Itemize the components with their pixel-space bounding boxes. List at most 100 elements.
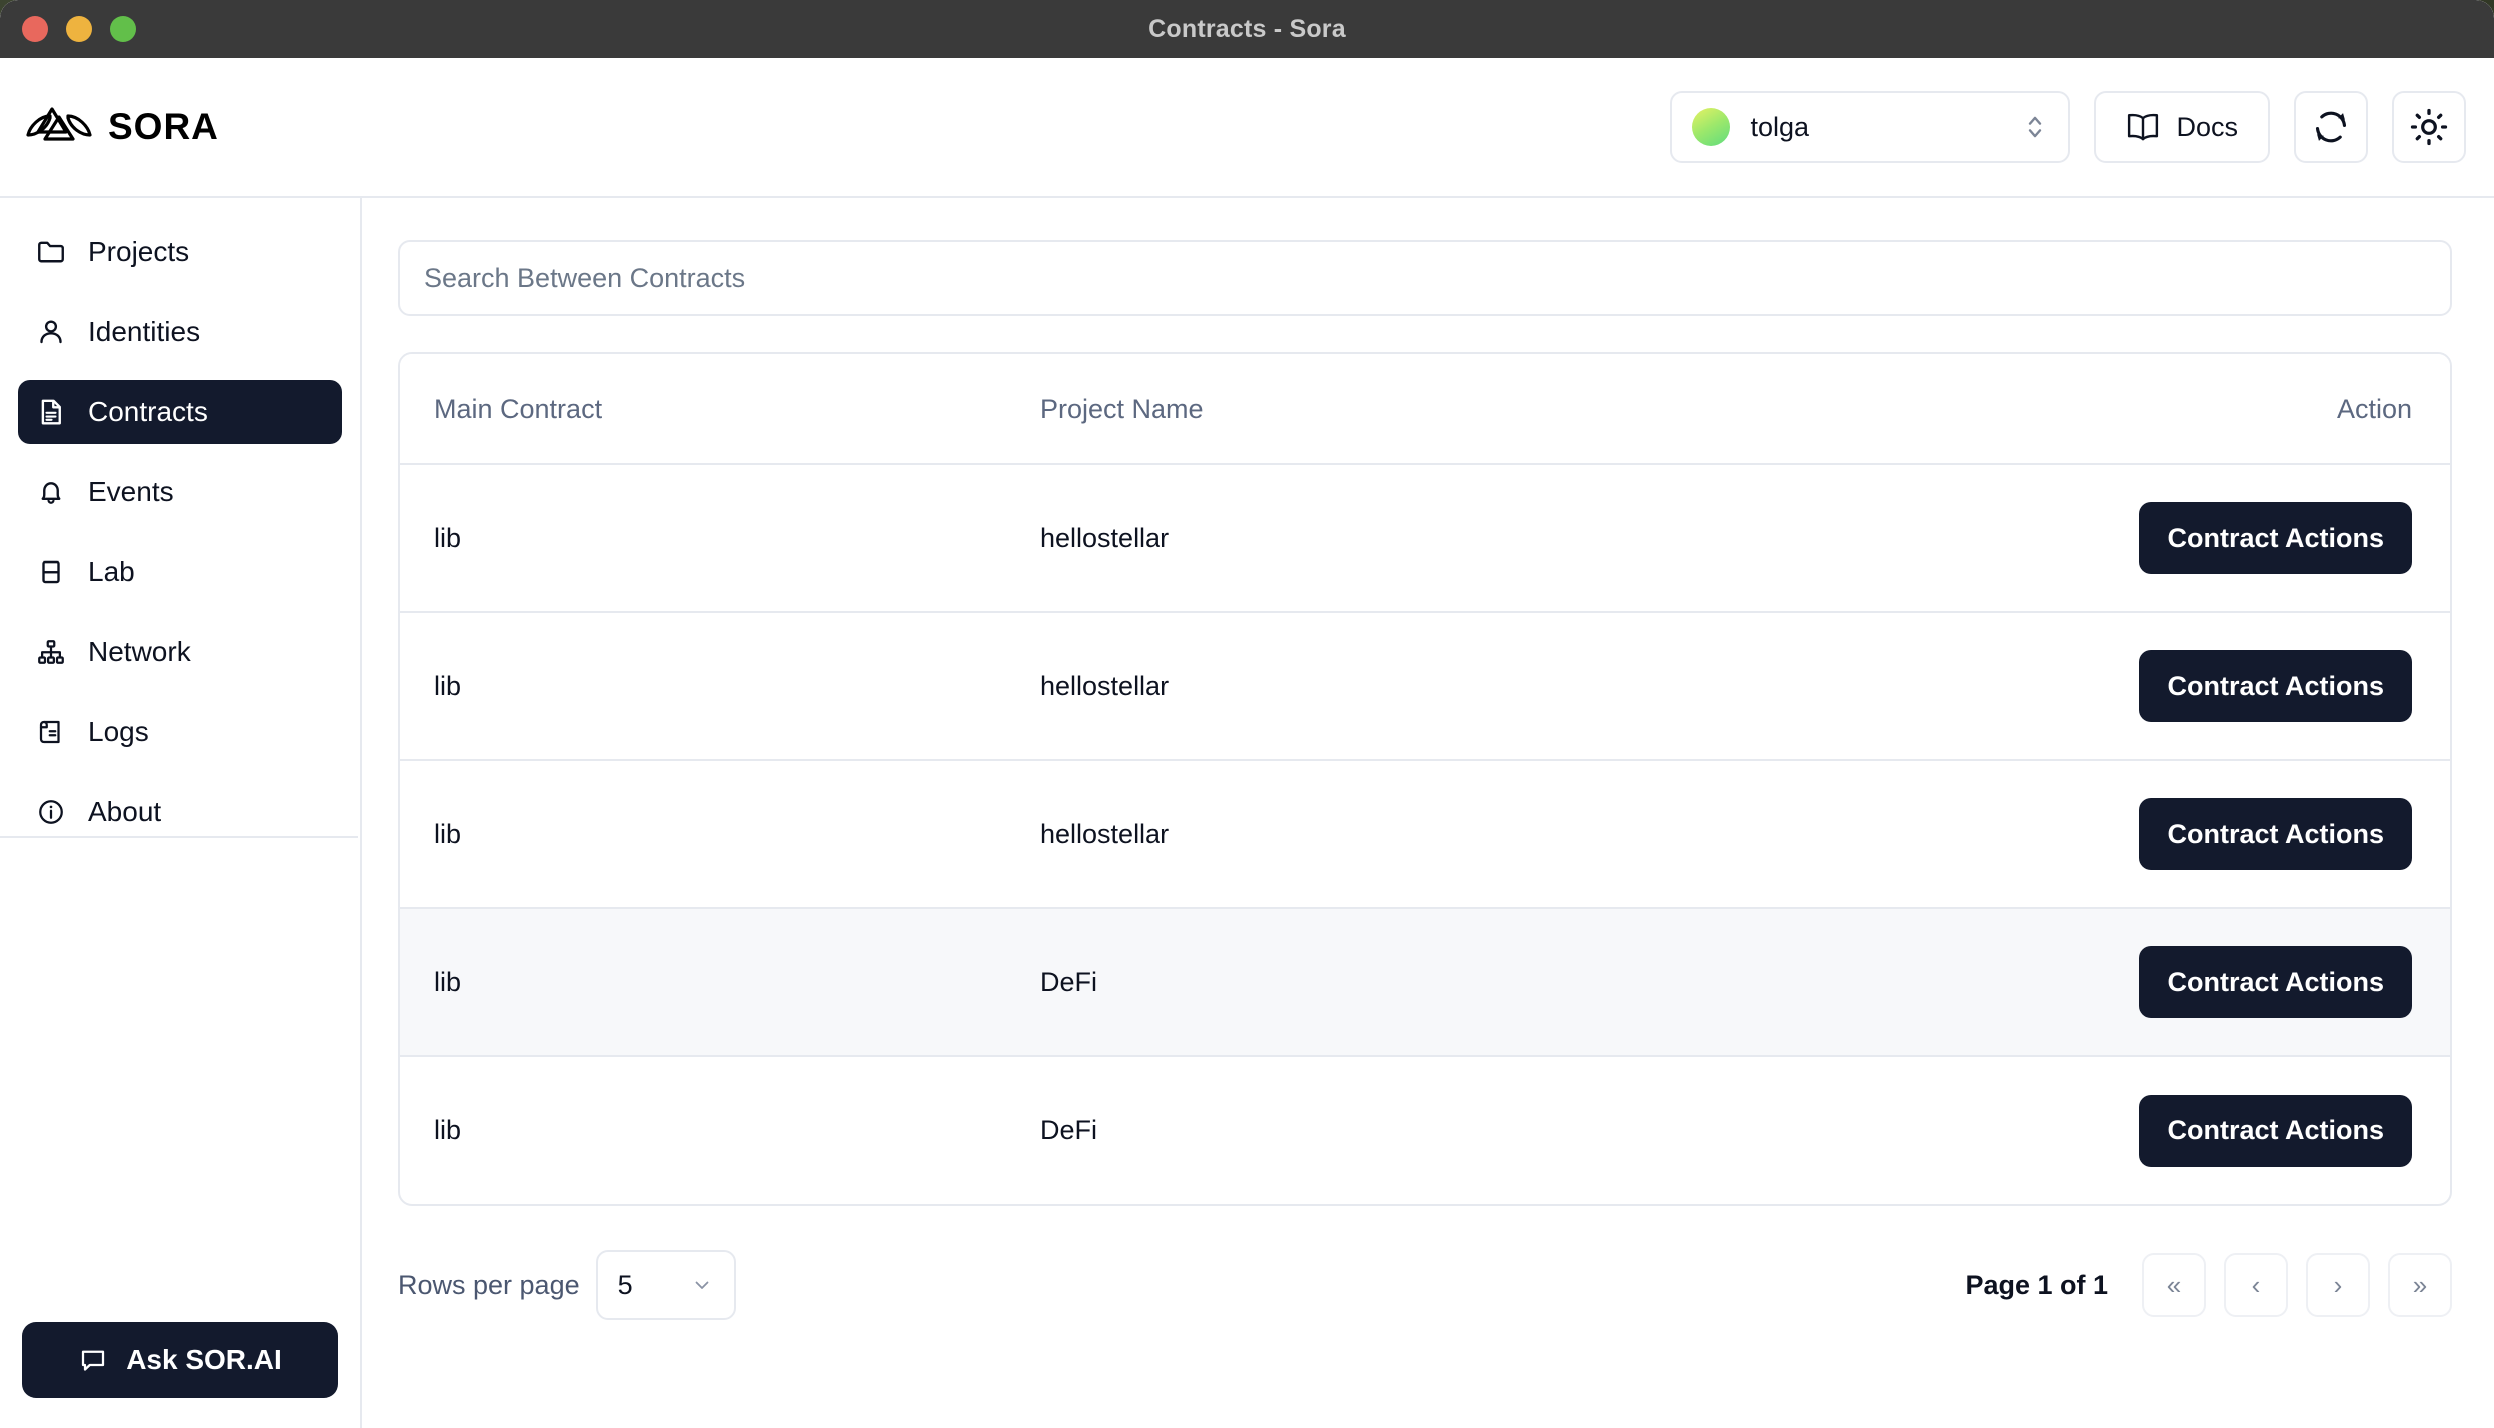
- main-content: Main Contract Project Name Action lib he…: [362, 198, 2494, 1428]
- document-icon: [41, 399, 61, 425]
- sidebar-item-logs[interactable]: Logs: [18, 700, 342, 764]
- search-input[interactable]: [398, 240, 2452, 316]
- app-header: SORA tolga Docs: [0, 58, 2494, 198]
- sidebar-item-label: Contracts: [88, 396, 208, 427]
- table-row[interactable]: lib DeFi Contract Actions: [400, 1056, 2450, 1204]
- info-icon: [39, 800, 63, 824]
- maximize-button[interactable]: [110, 16, 136, 42]
- sidebar-divider: [0, 836, 358, 838]
- cell-main-contract: lib: [434, 522, 462, 553]
- table-row[interactable]: lib DeFi Contract Actions: [400, 908, 2450, 1056]
- book-open-icon: [2128, 113, 2159, 141]
- contracts-table: Main Contract Project Name Action lib he…: [400, 354, 2450, 1204]
- rows-per-page-value: 5: [617, 1269, 633, 1300]
- cell-action: Contract Actions: [2030, 1056, 2450, 1204]
- previous-page-button[interactable]: ‹: [2224, 1253, 2288, 1317]
- app-window: Contracts - Sora SORA tolga Docs Project…: [0, 0, 2494, 1428]
- close-button[interactable]: [22, 16, 48, 42]
- table-head: Main Contract Project Name Action: [400, 354, 2450, 464]
- contract-actions-button[interactable]: Contract Actions: [2139, 502, 2412, 574]
- cell-main-contract: lib: [434, 1115, 462, 1145]
- ask-sorai-button[interactable]: Ask SOR.AI: [22, 1322, 338, 1398]
- pagination-bar: Rows per page 5 Page 1 of 1 « ‹ › »: [398, 1250, 2452, 1320]
- chevron-down-icon: [695, 1281, 709, 1289]
- contract-actions-button[interactable]: Contract Actions: [2139, 946, 2412, 1018]
- sidebar-item-identities[interactable]: Identities: [18, 300, 342, 364]
- user-icon: [40, 320, 62, 344]
- sidebar-item-lab[interactable]: Lab: [18, 540, 342, 604]
- sitemap-icon: [38, 640, 64, 664]
- table-row[interactable]: lib hellostellar Contract Actions: [400, 464, 2450, 612]
- ask-sorai-label: Ask SOR.AI: [126, 1344, 282, 1375]
- contracts-table-card: Main Contract Project Name Action lib he…: [398, 352, 2452, 1206]
- sidebar-item-label: Identities: [88, 316, 201, 347]
- rows-per-page-label: Rows per page: [398, 1269, 580, 1300]
- docs-label: Docs: [2176, 111, 2238, 142]
- contract-actions-button[interactable]: Contract Actions: [2139, 1094, 2412, 1167]
- app-body: Projects Identities Contracts Events Lab…: [0, 198, 2494, 1428]
- column-header-project-name: Project Name: [1040, 354, 2030, 464]
- cell-main-contract: lib: [434, 966, 462, 997]
- docs-button[interactable]: Docs: [2094, 91, 2270, 163]
- brand-logo[interactable]: SORA: [26, 104, 219, 150]
- sidebar-item-label: Events: [88, 476, 174, 507]
- sun-icon: [2410, 108, 2448, 146]
- table-body: lib hellostellar Contract Actions lib he…: [400, 464, 2450, 1204]
- refresh-icon: [2315, 111, 2347, 143]
- sora-mountain-logo-icon: [26, 107, 92, 141]
- sidebar-item-label: Lab: [88, 556, 135, 587]
- sidebar-item-label: Projects: [88, 236, 190, 267]
- folder-icon: [38, 241, 64, 263]
- cell-project-name: DeFi: [1040, 966, 1098, 997]
- account-switcher[interactable]: tolga: [1670, 91, 2071, 163]
- sidebar: Projects Identities Contracts Events Lab…: [0, 198, 362, 1428]
- cell-project-name: hellostellar: [1040, 818, 1170, 849]
- cell-action: Contract Actions: [2030, 612, 2450, 760]
- sidebar-item-events[interactable]: Events: [18, 460, 342, 524]
- table-row[interactable]: lib hellostellar Contract Actions: [400, 612, 2450, 760]
- rows-per-page-select[interactable]: 5: [595, 1250, 736, 1320]
- table-header-row: Main Contract Project Name Action: [400, 354, 2450, 464]
- column-header-main-contract: Main Contract: [400, 354, 1040, 464]
- minimize-button[interactable]: [66, 16, 92, 42]
- rows-per-page-group: Rows per page 5: [398, 1250, 736, 1320]
- cell-project-name: hellostellar: [1040, 522, 1170, 553]
- first-page-button[interactable]: «: [2142, 1253, 2206, 1317]
- cell-action: Contract Actions: [2030, 760, 2450, 908]
- contract-actions-button[interactable]: Contract Actions: [2139, 650, 2412, 722]
- traffic-lights: [22, 16, 136, 42]
- sidebar-nav: Projects Identities Contracts Events Lab…: [0, 198, 360, 860]
- window-titlebar: Contracts - Sora: [0, 0, 2494, 58]
- last-page-button[interactable]: »: [2388, 1253, 2452, 1317]
- sidebar-item-about[interactable]: About: [18, 780, 342, 844]
- avatar: [1692, 108, 1731, 146]
- chevron-up-down-icon: [2029, 116, 2042, 138]
- cell-main-contract: lib: [434, 818, 462, 849]
- brand-wordmark: SORA: [108, 106, 219, 147]
- contract-actions-button[interactable]: Contract Actions: [2139, 798, 2412, 870]
- window-title: Contracts - Sora: [1148, 14, 1346, 43]
- scroll-icon: [39, 720, 60, 744]
- refresh-button[interactable]: [2294, 91, 2368, 163]
- sidebar-item-label: Network: [88, 636, 191, 667]
- cell-main-contract: lib: [434, 670, 462, 701]
- next-page-button[interactable]: ›: [2306, 1253, 2370, 1317]
- header-actions: tolga Docs: [1670, 91, 2466, 163]
- cell-action: Contract Actions: [2030, 908, 2450, 1056]
- column-header-action: Action: [2030, 354, 2450, 464]
- chat-bubble-icon: [82, 1350, 105, 1371]
- account-name: tolga: [1750, 111, 1810, 142]
- sidebar-item-contracts[interactable]: Contracts: [18, 380, 342, 444]
- cell-action: Contract Actions: [2030, 464, 2450, 612]
- sidebar-item-network[interactable]: Network: [18, 620, 342, 684]
- page-navigation-group: Page 1 of 1 « ‹ › »: [1965, 1253, 2452, 1317]
- sidebar-item-projects[interactable]: Projects: [18, 220, 342, 284]
- table-row[interactable]: lib hellostellar Contract Actions: [400, 760, 2450, 908]
- sidebar-footer: Ask SOR.AI: [0, 1322, 360, 1428]
- cell-project-name: hellostellar: [1040, 670, 1170, 701]
- theme-toggle-button[interactable]: [2392, 91, 2466, 163]
- flask-icon: [42, 560, 60, 584]
- sidebar-item-label: About: [88, 796, 162, 827]
- cell-project-name: DeFi: [1040, 1115, 1098, 1145]
- bell-icon: [41, 482, 61, 504]
